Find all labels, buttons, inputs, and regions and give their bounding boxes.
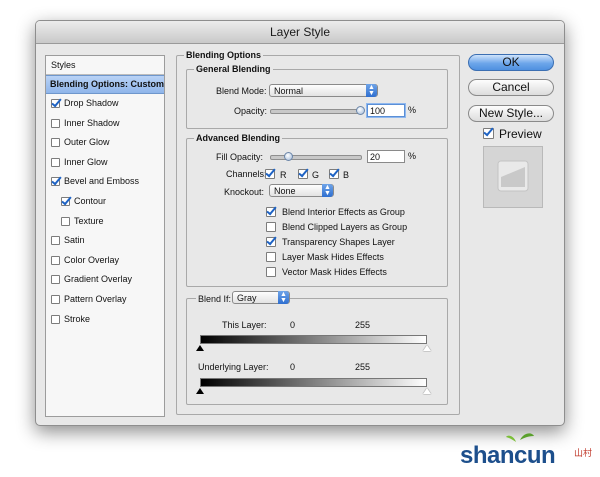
underlying-gradient [200, 378, 427, 387]
style-item-pattern-overlay[interactable]: Pattern Overlay [46, 290, 164, 310]
channel-b-checkbox[interactable] [329, 169, 339, 179]
opacity-slider-knob[interactable] [356, 106, 365, 115]
transparency-shapes-label: Transparency Shapes Layer [282, 237, 395, 247]
chevron-updown-icon: ▲ ▼ [322, 184, 333, 197]
watermark-sub: 山村 [574, 448, 593, 458]
outer-glow-checkbox[interactable] [51, 138, 60, 148]
blend-if-group [186, 298, 448, 405]
blend-interior-label: Blend Interior Effects as Group [282, 207, 405, 217]
underlying-layer-label: Underlying Layer: [198, 362, 269, 372]
channel-g-checkbox[interactable] [298, 169, 308, 179]
color-overlay-checkbox[interactable] [51, 255, 60, 265]
watermark-text: shancun [460, 442, 556, 469]
opacity-slider[interactable] [270, 109, 362, 114]
knockout-select[interactable]: None ▲ ▼ [269, 184, 334, 197]
style-item-inner-glow[interactable]: Inner Glow [46, 153, 164, 173]
preview-label: Preview [499, 127, 542, 141]
this-layer-gradient [200, 335, 427, 344]
style-item-gradient-overlay[interactable]: Gradient Overlay [46, 270, 164, 290]
new-style-button[interactable]: New Style... [468, 105, 554, 122]
this-layer-min: 0 [290, 320, 296, 330]
layer-mask-hides-checkbox[interactable] [266, 252, 276, 262]
this-layer-label: This Layer: [222, 320, 267, 330]
underlying-min: 0 [290, 362, 296, 372]
pattern-overlay-checkbox[interactable] [51, 294, 60, 304]
texture-checkbox[interactable] [61, 216, 70, 226]
contour-checkbox[interactable] [61, 196, 70, 206]
this-layer-black-handle[interactable] [196, 345, 204, 351]
preview-swatch-icon [497, 160, 529, 192]
gradient-overlay-checkbox[interactable] [51, 275, 60, 285]
channel-b-label: B [343, 170, 350, 180]
inner-glow-checkbox[interactable] [51, 157, 60, 167]
blend-mode-select[interactable]: Normal ▲ ▼ [269, 84, 378, 97]
channel-r-label: R [280, 170, 287, 180]
fill-opacity-percent: % [408, 151, 417, 161]
opacity-input[interactable]: 100 [367, 104, 405, 117]
blending-options-title: Blending Options [184, 50, 263, 60]
style-item-contour[interactable]: Contour [46, 192, 164, 212]
style-item-stroke[interactable]: Stroke [46, 310, 164, 330]
layer-style-dialog: Layer Style Styles Blending Options: Cus… [35, 20, 565, 426]
blend-mode-label: Blend Mode: [216, 86, 267, 96]
stroke-checkbox[interactable] [51, 314, 60, 324]
satin-checkbox[interactable] [51, 236, 60, 246]
blend-clipped-checkbox[interactable] [266, 222, 276, 232]
ok-button[interactable]: OK [468, 54, 554, 71]
transparency-shapes-checkbox[interactable] [266, 237, 276, 247]
style-item-color-overlay[interactable]: Color Overlay [46, 251, 164, 271]
style-item-drop-shadow[interactable]: Drop Shadow [46, 94, 164, 114]
underlying-white-handle[interactable] [423, 388, 431, 394]
opacity-label: Opacity: [234, 106, 268, 116]
style-item-texture[interactable]: Texture [46, 212, 164, 232]
style-item-outer-glow[interactable]: Outer Glow [46, 133, 164, 153]
underlying-max: 255 [355, 362, 371, 372]
style-preview-thumbnail [483, 146, 543, 208]
blend-if-select[interactable]: Gray ▲ ▼ [232, 291, 290, 304]
window-title: Layer Style [36, 21, 564, 44]
fill-opacity-label: Fill Opacity: [216, 152, 264, 162]
channel-r-checkbox[interactable] [265, 169, 275, 179]
style-item-blending-options[interactable]: Blending Options: Custom [46, 75, 164, 94]
styles-list: Styles Blending Options: Custom Drop Sha… [45, 55, 165, 417]
chevron-updown-icon: ▲ ▼ [366, 84, 377, 97]
channels-label: Channels: [226, 169, 267, 179]
this-layer-max: 255 [355, 320, 371, 330]
channel-g-label: G [312, 170, 320, 180]
opacity-percent: % [408, 105, 417, 115]
fill-opacity-input[interactable]: 20 [367, 150, 405, 163]
general-blending-group [186, 69, 448, 129]
blend-clipped-label: Blend Clipped Layers as Group [282, 222, 408, 232]
drop-shadow-checkbox[interactable] [51, 99, 60, 108]
advanced-blending-title: Advanced Blending [194, 133, 283, 143]
chevron-updown-icon: ▲ ▼ [278, 291, 289, 304]
cancel-button[interactable]: Cancel [468, 79, 554, 96]
preview-checkbox[interactable] [483, 128, 494, 139]
layer-mask-hides-label: Layer Mask Hides Effects [282, 252, 384, 262]
fill-opacity-slider-knob[interactable] [284, 152, 293, 161]
style-item-satin[interactable]: Satin [46, 231, 164, 251]
underlying-black-handle[interactable] [196, 388, 204, 394]
styles-heading[interactable]: Styles [46, 56, 164, 75]
blend-interior-checkbox[interactable] [266, 207, 276, 217]
general-blending-title: General Blending [194, 64, 273, 74]
style-item-inner-shadow[interactable]: Inner Shadow [46, 114, 164, 134]
style-item-bevel-emboss[interactable]: Bevel and Emboss [46, 172, 164, 192]
blend-if-label: Blend If: [196, 294, 234, 304]
knockout-label: Knockout: [224, 187, 265, 197]
vector-mask-hides-checkbox[interactable] [266, 267, 276, 277]
this-layer-white-handle[interactable] [423, 345, 431, 351]
vector-mask-hides-label: Vector Mask Hides Effects [282, 267, 387, 277]
inner-shadow-checkbox[interactable] [51, 118, 60, 128]
watermark-logo: shancun 山村 [458, 430, 598, 472]
bevel-emboss-checkbox[interactable] [51, 177, 60, 187]
